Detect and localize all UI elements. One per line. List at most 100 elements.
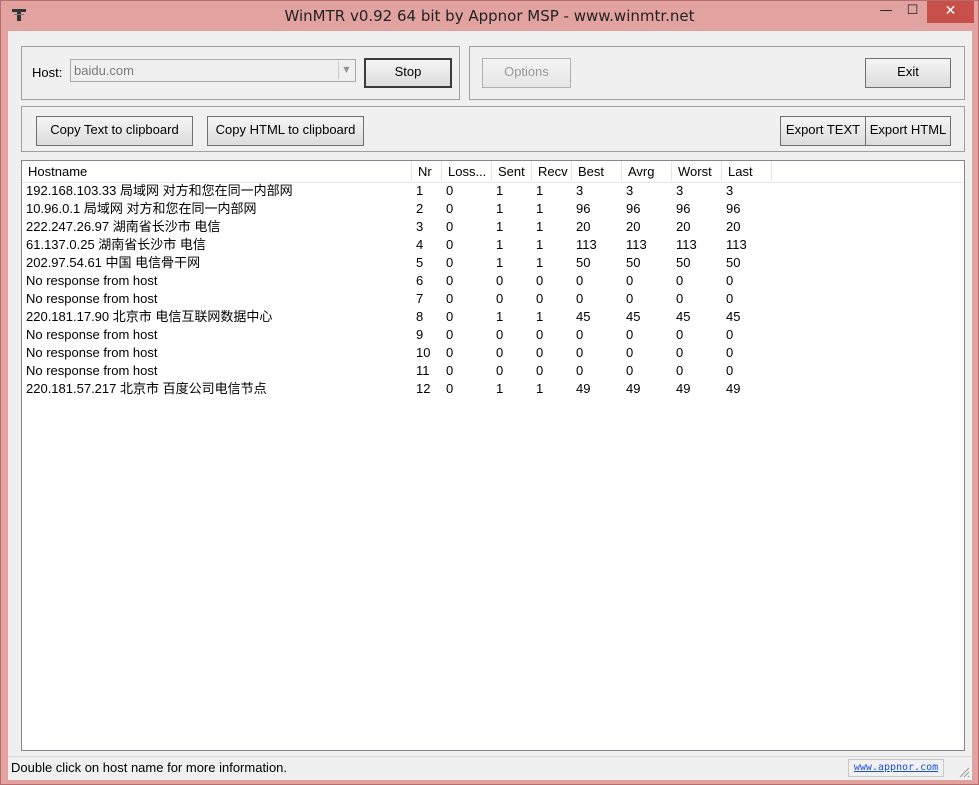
cell-hostname[interactable]: No response from host: [22, 272, 412, 290]
cell-hostname[interactable]: No response from host: [22, 326, 412, 344]
title-bar[interactable]: WinMTR v0.92 64 bit by Appnor MSP - www.…: [1, 1, 978, 31]
column-header-recv[interactable]: Recv: [532, 161, 572, 181]
cell-recv: 1: [536, 237, 544, 252]
list-header: Hostname Nr Loss... Sent Recv Best Avrg …: [22, 161, 964, 183]
cell-last: 96: [726, 201, 741, 216]
column-header-loss[interactable]: Loss...: [442, 161, 492, 181]
cell-avrg: 45: [626, 309, 641, 324]
chevron-down-icon[interactable]: ▼: [338, 61, 354, 79]
table-row[interactable]: 220.181.57.217 北京市 百度公司电信节点 12 0 1 1 49 49 49 49: [22, 380, 964, 398]
cell-hostname[interactable]: 192.168.103.33 局域网 对方和您在同一内部网: [22, 182, 412, 200]
stop-button[interactable]: Stop: [364, 58, 452, 88]
cell-avrg: 50: [626, 255, 641, 270]
cell-best: 113: [576, 237, 597, 252]
appnor-link[interactable]: www.appnor.com: [848, 759, 944, 777]
cell-recv: 1: [536, 309, 544, 324]
cell-sent: 1: [496, 381, 504, 396]
resize-grip-icon[interactable]: [958, 766, 970, 778]
options-button[interactable]: Options: [482, 58, 571, 88]
winmtr-window: WinMTR v0.92 64 bit by Appnor MSP - www.…: [0, 0, 979, 785]
cell-nr: 4: [416, 237, 424, 252]
host-label: Host:: [32, 65, 63, 80]
exit-button[interactable]: Exit: [865, 58, 951, 88]
cell-hostname[interactable]: No response from host: [22, 290, 412, 308]
cell-recv: 1: [536, 381, 544, 396]
host-combobox[interactable]: baidu.com ▼: [70, 59, 356, 82]
cell-recv: 1: [536, 219, 544, 234]
table-row[interactable]: 220.181.17.90 北京市 电信互联网数据中心 8 0 1 1 45 45 45 45: [22, 308, 964, 326]
column-header-hostname[interactable]: Hostname: [22, 161, 412, 181]
table-row[interactable]: No response from host 11 0 0 0 0 0 0 0: [22, 362, 964, 380]
cell-loss: 0: [446, 309, 454, 324]
cell-hostname[interactable]: 220.181.17.90 北京市 电信互联网数据中心: [22, 308, 412, 326]
column-header-last[interactable]: Last: [722, 161, 772, 181]
cell-loss: 0: [446, 219, 454, 234]
results-list[interactable]: Hostname Nr Loss... Sent Recv Best Avrg …: [21, 160, 965, 751]
cell-best: 0: [576, 345, 584, 360]
table-row[interactable]: No response from host 7 0 0 0 0 0 0 0: [22, 290, 964, 308]
table-row[interactable]: 192.168.103.33 局域网 对方和您在同一内部网 1 0 1 1 3 3 3 3: [22, 182, 964, 200]
cell-sent: 1: [496, 183, 504, 198]
cell-best: 20: [576, 219, 591, 234]
column-header-sent[interactable]: Sent: [492, 161, 532, 181]
cell-best: 49: [576, 381, 591, 396]
cell-hostname[interactable]: 10.96.0.1 局域网 对方和您在同一内部网: [22, 200, 412, 218]
cell-sent: 0: [496, 291, 504, 306]
cell-loss: 0: [446, 363, 454, 378]
table-row[interactable]: No response from host 9 0 0 0 0 0 0 0: [22, 326, 964, 344]
cell-loss: 0: [446, 183, 454, 198]
minimize-button[interactable]: —: [873, 1, 899, 23]
column-header-nr[interactable]: Nr: [412, 161, 442, 181]
cell-hostname[interactable]: No response from host: [22, 344, 412, 362]
cell-hostname[interactable]: 220.181.57.217 北京市 百度公司电信节点: [22, 380, 412, 398]
cell-loss: 0: [446, 201, 454, 216]
host-group: Host: baidu.com ▼ Stop: [21, 46, 460, 100]
cell-avrg: 0: [626, 273, 634, 288]
export-html-button[interactable]: Export HTML: [865, 116, 951, 146]
table-row[interactable]: 10.96.0.1 局域网 对方和您在同一内部网 2 0 1 1 96 96 96 96: [22, 200, 964, 218]
cell-last: 0: [726, 291, 734, 306]
export-text-button[interactable]: Export TEXT: [780, 116, 866, 146]
cell-loss: 0: [446, 327, 454, 342]
cell-last: 45: [726, 309, 741, 324]
cell-recv: 0: [536, 363, 544, 378]
table-row[interactable]: 61.137.0.25 湖南省长沙市 电信 4 0 1 1 113 113 113 113: [22, 236, 964, 254]
cell-loss: 0: [446, 291, 454, 306]
copy-html-button[interactable]: Copy HTML to clipboard: [207, 116, 364, 146]
cell-sent: 1: [496, 309, 504, 324]
cell-hostname[interactable]: 202.97.54.61 中国 电信骨干网: [22, 254, 412, 272]
cell-recv: 0: [536, 327, 544, 342]
cell-worst: 113: [676, 237, 697, 252]
cell-recv: 0: [536, 291, 544, 306]
table-row[interactable]: No response from host 10 0 0 0 0 0 0 0: [22, 344, 964, 362]
cell-hostname[interactable]: 61.137.0.25 湖南省长沙市 电信: [22, 236, 412, 254]
cell-last: 0: [726, 273, 734, 288]
copy-text-button[interactable]: Copy Text to clipboard: [36, 116, 193, 146]
table-row[interactable]: No response from host 6 0 0 0 0 0 0 0: [22, 272, 964, 290]
cell-recv: 0: [536, 273, 544, 288]
cell-worst: 0: [676, 363, 684, 378]
cell-worst: 0: [676, 327, 684, 342]
cell-worst: 0: [676, 273, 684, 288]
cell-nr: 6: [416, 273, 424, 288]
close-button[interactable]: ✕: [927, 1, 974, 23]
cell-nr: 9: [416, 327, 424, 342]
column-header-worst[interactable]: Worst: [672, 161, 722, 181]
table-row[interactable]: 222.247.26.97 湖南省长沙市 电信 3 0 1 1 20 20 20 20: [22, 218, 964, 236]
cell-nr: 3: [416, 219, 424, 234]
cell-hostname[interactable]: No response from host: [22, 362, 412, 380]
cell-worst: 96: [676, 201, 691, 216]
cell-last: 3: [726, 183, 734, 198]
maximize-button[interactable]: ☐: [899, 1, 926, 23]
column-header-best[interactable]: Best: [572, 161, 622, 181]
cell-last: 0: [726, 363, 734, 378]
cell-nr: 2: [416, 201, 424, 216]
cell-loss: 0: [446, 345, 454, 360]
cell-nr: 8: [416, 309, 424, 324]
cell-nr: 11: [416, 363, 430, 378]
cell-avrg: 0: [626, 363, 634, 378]
column-header-avrg[interactable]: Avrg: [622, 161, 672, 181]
table-row[interactable]: 202.97.54.61 中国 电信骨干网 5 0 1 1 50 50 50 50: [22, 254, 964, 272]
cell-hostname[interactable]: 222.247.26.97 湖南省长沙市 电信: [22, 218, 412, 236]
cell-avrg: 20: [626, 219, 641, 234]
